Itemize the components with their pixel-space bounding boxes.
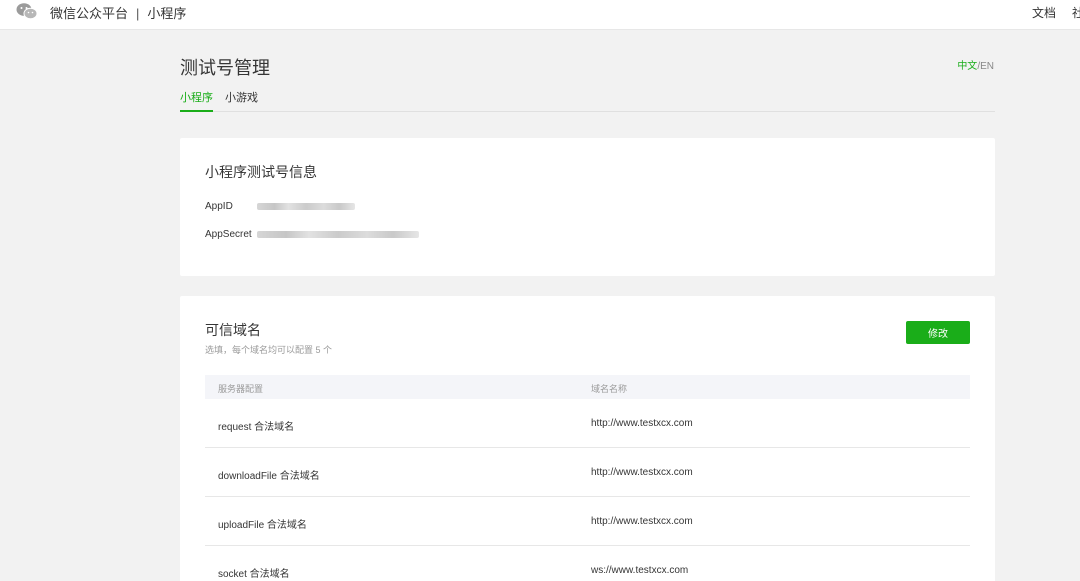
lang-zh-link[interactable]: 中文	[957, 61, 977, 72]
page-title: 测试号管理	[180, 58, 270, 78]
row-type: uploadFile 合法域名	[218, 520, 307, 531]
brand-separator: |	[136, 6, 140, 21]
brand-main: 微信公众平台	[50, 6, 129, 21]
appsecret-value-redacted	[257, 231, 419, 238]
row-domain: http://www.testxcx.com	[591, 467, 693, 478]
trusted-domains-hint: 选填，每个域名均可以配置 5 个	[205, 345, 333, 355]
row-domain: ws://www.testxcx.com	[591, 565, 689, 576]
appsecret-label: AppSecret	[205, 229, 252, 240]
table-header: 服务器配置 域名名称	[205, 375, 970, 399]
brand-sub: 小程序	[147, 6, 187, 21]
brand[interactable]: 微信公众平台 | 小程序	[50, 3, 186, 22]
table-row: socket 合法域名 ws://www.testxcx.com	[205, 546, 970, 581]
appid-label: AppID	[205, 201, 233, 212]
appid-value-redacted	[257, 203, 355, 210]
tab-bar: 小程序 小游戏	[180, 92, 995, 112]
test-account-card: 小程序测试号信息 AppID AppSecret	[180, 138, 995, 276]
community-link[interactable]: 社	[1072, 4, 1080, 21]
row-type: downloadFile 合法域名	[218, 471, 320, 482]
table-row: request 合法域名 http://www.testxcx.com	[205, 399, 970, 448]
row-type: request 合法域名	[218, 422, 295, 433]
trusted-domains-card: 可信域名 选填，每个域名均可以配置 5 个 修改 服务器配置 域名名称 requ…	[180, 296, 995, 581]
tab-mini-program[interactable]: 小程序	[180, 92, 213, 112]
wechat-logo-icon	[16, 3, 38, 20]
lang-en-link[interactable]: EN	[980, 61, 994, 72]
docs-link[interactable]: 文档	[1032, 4, 1056, 21]
table-row: uploadFile 合法域名 http://www.testxcx.com	[205, 497, 970, 546]
tab-mini-game[interactable]: 小游戏	[225, 92, 258, 112]
edit-button[interactable]: 修改	[906, 321, 970, 344]
table-row: downloadFile 合法域名 http://www.testxcx.com	[205, 448, 970, 497]
row-type: socket 合法域名	[218, 569, 290, 580]
language-switch: 中文/EN	[957, 57, 994, 72]
test-account-title: 小程序测试号信息	[205, 164, 317, 180]
row-domain: http://www.testxcx.com	[591, 516, 693, 527]
column-server-config: 服务器配置	[218, 384, 264, 394]
row-domain: http://www.testxcx.com	[591, 418, 693, 429]
trusted-domains-title: 可信域名	[205, 322, 261, 338]
top-bar: 微信公众平台 | 小程序 文档 社	[0, 0, 1080, 30]
column-domain-name: 域名名称	[591, 384, 628, 394]
